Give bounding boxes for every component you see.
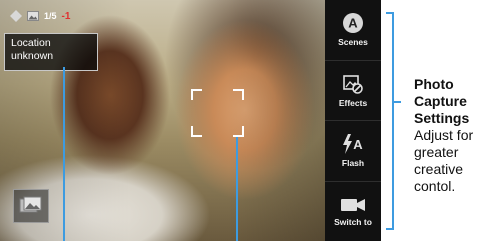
annotation: Photo Capture Settings Adjust for greate… [414, 76, 484, 195]
flash-label: Flash [341, 158, 365, 169]
annotation-title: Photo Capture Settings [414, 76, 470, 126]
focus-corner [233, 126, 244, 137]
focus-corner [191, 126, 202, 137]
status-bar: 1/5 -1 [10, 10, 70, 22]
shots-remaining-value: -1 [61, 10, 71, 22]
flash-icon: A [343, 134, 363, 155]
flash-button[interactable]: A Flash [325, 121, 381, 182]
settings-bracket-tick [394, 101, 401, 103]
shots-remaining-label: 1/5 [44, 11, 57, 21]
gallery-thumbnail-icon [19, 196, 42, 213]
annotation-body: Adjust for greater creative contol. [414, 127, 474, 194]
svg-text:A: A [353, 137, 363, 152]
video-camera-icon [341, 198, 365, 211]
callout-line-location [63, 67, 65, 241]
camera-controls-panel: A Scenes Effects A Flash Switch to [325, 0, 381, 241]
camera-viewfinder[interactable]: 1/5 -1 Location unknown [0, 0, 325, 241]
effects-label: Effects [338, 97, 368, 108]
effects-button[interactable]: Effects [325, 61, 381, 121]
scenes-icon: A [343, 13, 363, 34]
svg-text:A: A [348, 16, 358, 31]
scenes-button[interactable]: A Scenes [325, 0, 381, 61]
gallery-icon [27, 11, 39, 21]
settings-bracket [386, 12, 394, 230]
focus-corner [233, 89, 244, 100]
callout-line-focus [236, 137, 238, 241]
switch-to-label: Switch to [334, 216, 372, 227]
tag-icon [10, 10, 22, 22]
focus-corner [191, 89, 202, 100]
focus-frame[interactable] [191, 89, 244, 137]
switch-to-video-button[interactable]: Switch to [325, 182, 381, 241]
scenes-label: Scenes [338, 37, 368, 48]
location-status: Location unknown [4, 33, 98, 71]
effects-icon [343, 74, 363, 94]
gallery-thumbnail-button[interactable] [13, 189, 49, 223]
